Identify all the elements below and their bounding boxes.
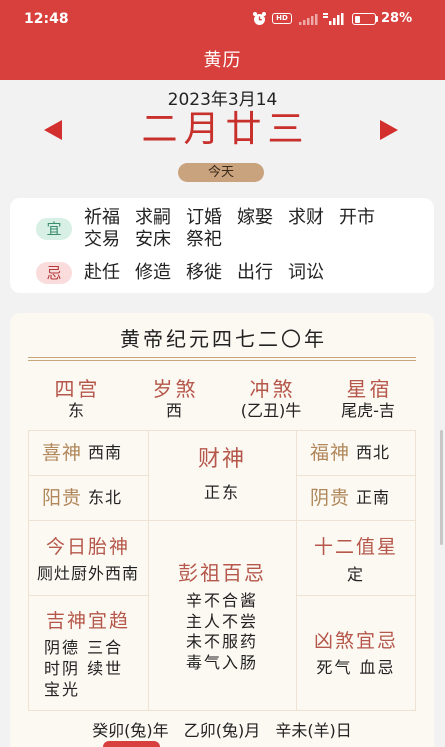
- ji-shen-line: 时阴 续世: [44, 659, 124, 678]
- yi-item: 求财: [288, 207, 324, 228]
- pengzu-line: 主人不尝: [185, 612, 258, 631]
- yi-item: 祭祀: [186, 229, 222, 250]
- ganzhi-text: 癸卯(兔)年 乙卯(兔)月 辛未(羊)日: [92, 721, 352, 740]
- zhi-xing-value: 定: [346, 565, 365, 584]
- ji-item: 出行: [237, 262, 273, 283]
- alarm-icon: [252, 11, 267, 26]
- fu-shen-value: 西北: [356, 443, 391, 462]
- grid-line: [296, 595, 416, 596]
- pengzu-line: 未不服药: [185, 632, 258, 651]
- battery-nub: [376, 16, 378, 22]
- summary-value: (乙丑)牛: [240, 401, 302, 420]
- scrollbar[interactable]: [440, 430, 443, 545]
- grid-line: [296, 475, 416, 476]
- ji-shen-line: 宝光: [44, 680, 81, 699]
- summary-value: 尾虎-吉: [341, 401, 395, 420]
- yi-item: 安床: [135, 229, 171, 250]
- yang-gui-cell: 阳贵 东北: [42, 486, 122, 510]
- arrow-right-icon[interactable]: [380, 120, 398, 140]
- yin-gui-label: 阴贵: [310, 487, 351, 509]
- yi-row: 交易 安床 祭祀: [84, 229, 222, 251]
- xiong-sha-line: 死气 血忌: [316, 658, 396, 677]
- summary-label: 岁煞: [152, 377, 199, 401]
- era-title: 黄帝纪元四七二〇年: [120, 327, 327, 351]
- yin-gui-cell: 阴贵 正南: [310, 486, 390, 510]
- ji-row: 赴任 修造 移徙 出行 词讼: [84, 262, 324, 284]
- ji-item: 词讼: [288, 262, 324, 283]
- yi-item: 求嗣: [135, 207, 171, 228]
- cai-shen-label: 财神: [197, 447, 246, 472]
- battery-icon: [352, 13, 376, 25]
- almanac-card: 黄帝纪元四七二〇年 四宫 东 岁煞 西 冲煞 (乙丑)牛 星宿 尾虎-吉 喜神 …: [10, 313, 434, 747]
- tai-shen-value: 厕灶厨外西南: [36, 564, 139, 583]
- next-day-button[interactable]: [371, 112, 407, 148]
- grid-line: [28, 430, 416, 431]
- yi-ji-card: 宜 祈福 求嗣 订婚 嫁娶 求财 开市 交易 安床 祭祀 忌 赴任 修造 移徙 …: [10, 198, 434, 293]
- signal-icon: [298, 11, 318, 25]
- grid-line: [28, 520, 416, 521]
- almanac-screen: 12:48 HD 28% 黄历 2023年3月14 二月廿三 今天 宜 祈福 求…: [0, 0, 445, 747]
- grid-line: [28, 475, 148, 476]
- xi-shen-label: 喜神: [42, 442, 83, 464]
- summary-label: 四宫: [54, 377, 101, 401]
- hd-badge: HD: [272, 13, 292, 24]
- summary-value: 西: [165, 401, 182, 420]
- ji-item: 修造: [135, 262, 171, 283]
- yi-item: 嫁娶: [237, 207, 273, 228]
- yi-row: 祈福 求嗣 订婚 嫁娶 求财 开市: [84, 207, 375, 229]
- ji-item: 赴任: [84, 262, 120, 283]
- summary-value: 东: [67, 401, 84, 420]
- grid-line: [28, 595, 148, 596]
- ji-badge: 忌: [36, 262, 72, 284]
- pengzu-line: 毒气入肠: [185, 653, 258, 672]
- ji-item: 移徙: [186, 262, 222, 283]
- pengzu-label: 彭祖百忌: [178, 561, 266, 585]
- yi-item: 祈福: [84, 207, 120, 228]
- yang-gui-label: 阳贵: [42, 487, 83, 509]
- grid-line: [28, 710, 416, 711]
- pengzu-line: 辛不合酱: [185, 591, 258, 610]
- yi-item: 开市: [339, 207, 375, 228]
- summary-label: 星宿: [346, 377, 393, 401]
- yi-item: 订婚: [186, 207, 222, 228]
- xiong-sha-label: 凶煞宜忌: [313, 630, 398, 652]
- xi-shen-value: 西南: [88, 443, 123, 462]
- tai-shen-label: 今日胎神: [45, 536, 130, 558]
- double-divider: [28, 357, 416, 361]
- fu-shen-cell: 福神 西北: [310, 441, 390, 465]
- yin-gui-value: 正南: [356, 488, 391, 507]
- signal-icon: [322, 11, 344, 25]
- page-title: 黄历: [203, 50, 242, 71]
- yang-gui-value: 东北: [88, 488, 123, 507]
- ji-shen-label: 吉神宜趋: [45, 610, 130, 632]
- zhi-xing-label: 十二值星: [313, 536, 398, 558]
- battery-percent: 28%: [381, 11, 413, 26]
- summary-label: 冲煞: [249, 377, 296, 401]
- yi-item: 交易: [84, 229, 120, 250]
- bottom-tab-button[interactable]: [103, 741, 160, 747]
- yi-badge: 宜: [36, 218, 72, 240]
- status-time: 12:48: [24, 11, 69, 27]
- ji-shen-line: 阴德 三合: [44, 638, 124, 657]
- cai-shen-value: 正东: [203, 483, 240, 502]
- battery-fill: [354, 15, 360, 23]
- today-button[interactable]: 今天: [178, 163, 264, 182]
- fu-shen-label: 福神: [310, 442, 351, 464]
- xi-shen-cell: 喜神 西南: [42, 441, 122, 465]
